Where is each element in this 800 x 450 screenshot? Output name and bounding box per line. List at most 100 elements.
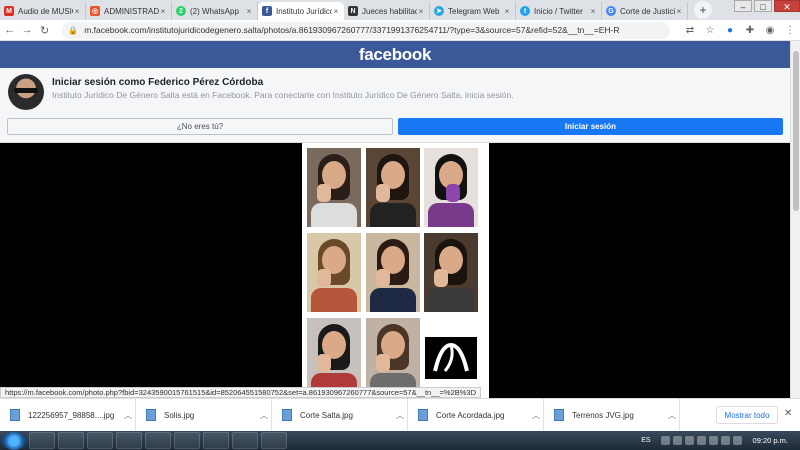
chevron-up-icon[interactable]: ︿ — [529, 410, 543, 421]
tray-icon[interactable] — [708, 436, 718, 445]
close-window-icon[interactable]: ✕ — [774, 0, 800, 12]
collage-photo — [307, 148, 361, 227]
tray-icon[interactable] — [684, 436, 694, 445]
browser-tab[interactable]: t Inicio / Twitter × — [516, 2, 602, 20]
collage-photo — [307, 318, 361, 397]
taskbar-app-edge[interactable] — [145, 432, 171, 449]
ns-icon: N — [348, 6, 358, 16]
tab-strip: M Audio de MUSIC × ◎ ADMINISTRADO × 2 (2… — [0, 0, 800, 20]
url-text: m.facebook.com/institutojuridicodegenero… — [84, 25, 620, 35]
tab-title: Corte de Justicia — [620, 6, 675, 16]
download-filename: Corte Acordada.jpg — [436, 410, 505, 420]
download-item[interactable]: 122256957_98858....jpg ︿ — [0, 398, 136, 432]
close-tab-icon[interactable]: × — [417, 7, 425, 16]
collage-photo — [424, 318, 478, 397]
login-button[interactable]: Iniciar sesión — [398, 118, 783, 135]
tray-icon[interactable] — [660, 436, 670, 445]
chevron-up-icon[interactable]: ︿ — [121, 410, 135, 421]
tray-icon[interactable] — [672, 436, 682, 445]
minimize-icon[interactable]: – — [734, 0, 752, 12]
bookmark-star-icon[interactable]: ☆ — [700, 25, 720, 36]
close-tab-icon[interactable]: × — [675, 7, 683, 16]
system-tray: ES 09:20 p.m. — [641, 431, 800, 450]
login-prompt: Iniciar sesión como Federico Pérez Córdo… — [0, 68, 790, 143]
taskbar-app-chrome[interactable] — [58, 432, 84, 449]
taskbar-app-chrome-2[interactable] — [203, 432, 229, 449]
browser-tab[interactable]: N Jueces habilitad × — [344, 2, 430, 20]
tab-title: Instituto Jurídico — [276, 6, 332, 16]
translate-icon[interactable]: ⇄ — [680, 25, 700, 36]
tab-title: Jueces habilitad — [362, 6, 417, 16]
not-you-button[interactable]: ¿No eres tú? — [7, 118, 393, 135]
taskbar-app-gallery[interactable] — [232, 432, 258, 449]
image-file-icon — [554, 409, 564, 421]
taskbar-app-other[interactable] — [261, 432, 287, 449]
back-icon[interactable]: ← — [2, 24, 17, 36]
profile-avatar-icon[interactable]: ◉ — [760, 25, 780, 36]
menu-icon[interactable]: ⋮ — [780, 25, 800, 36]
download-filename: 122256957_98858....jpg — [28, 410, 115, 420]
taskbar-clock[interactable]: 09:20 p.m. — [753, 436, 788, 445]
gmail-icon: M — [4, 6, 14, 16]
start-button[interactable] — [2, 431, 26, 450]
reload-icon[interactable]: ↻ — [37, 24, 52, 37]
tray-icon[interactable] — [696, 436, 706, 445]
taskbar-app-media[interactable] — [29, 432, 55, 449]
close-tab-icon[interactable]: × — [245, 7, 253, 16]
browser-tab[interactable]: G Corte de Justicia × — [602, 2, 688, 20]
scrollbar-thumb[interactable] — [793, 51, 799, 211]
close-tab-icon[interactable]: × — [159, 7, 167, 16]
downloads-bar: 122256957_98858....jpg ︿ Solis.jpg ︿ Cor… — [0, 398, 800, 432]
maximize-icon[interactable]: □ — [754, 0, 772, 12]
close-tab-icon[interactable]: × — [503, 7, 511, 16]
forward-icon[interactable]: → — [19, 24, 34, 36]
facebook-logo[interactable]: facebook — [359, 45, 432, 65]
taskbar-app-explorer[interactable] — [87, 432, 113, 449]
tab-title: Inicio / Twitter — [534, 6, 583, 16]
browser-tab-active[interactable]: f Instituto Jurídico × — [258, 2, 344, 20]
browser-tab[interactable]: ➤ Telegram Web × — [430, 2, 516, 20]
photo-collage[interactable] — [302, 143, 489, 398]
download-item[interactable]: Terrenos JVG.jpg ︿ — [544, 398, 680, 432]
telegram-icon: ➤ — [434, 6, 444, 16]
lock-icon: 🔒 — [68, 25, 79, 35]
taskbar-app-ie[interactable] — [116, 432, 142, 449]
download-item[interactable]: Solis.jpg ︿ — [136, 398, 272, 432]
browser-tab[interactable]: M Audio de MUSIC × — [0, 2, 86, 20]
tab-title: Audio de MUSIC — [18, 6, 73, 16]
close-downloads-icon[interactable]: ✕ — [784, 408, 792, 419]
avatar — [8, 74, 44, 110]
browser-tab[interactable]: ◎ ADMINISTRADO × — [86, 2, 172, 20]
windows-taskbar: ES 09:20 p.m. — [0, 431, 800, 450]
extension-icon[interactable]: ● — [720, 25, 740, 36]
collage-photo — [424, 148, 478, 227]
chevron-up-icon[interactable]: ︿ — [393, 410, 407, 421]
download-filename: Solis.jpg — [164, 410, 195, 420]
close-tab-icon[interactable]: × — [589, 7, 597, 16]
google-icon: G — [606, 6, 616, 16]
download-filename: Terrenos JVG.jpg — [572, 410, 634, 420]
chevron-up-icon[interactable]: ︿ — [665, 410, 679, 421]
collage-photo — [366, 318, 420, 397]
address-bar[interactable]: 🔒 m.facebook.com/institutojuridicodegene… — [62, 21, 670, 39]
language-indicator[interactable]: ES — [641, 437, 650, 444]
photo-viewer — [0, 143, 790, 398]
puzzle-icon[interactable]: ✚ — [740, 25, 760, 36]
taskbar-app-word[interactable] — [174, 432, 200, 449]
whatsapp-icon: 2 — [176, 6, 186, 16]
status-url: https://m.facebook.com/photo.php?fbid=32… — [0, 387, 482, 398]
new-tab-button[interactable]: + — [694, 1, 712, 19]
show-all-downloads-button[interactable]: Mostrar todo — [716, 406, 778, 424]
image-file-icon — [146, 409, 156, 421]
login-subtitle: Instituto Jurídico De Género Salta está … — [52, 90, 514, 100]
close-tab-icon[interactable]: × — [73, 7, 81, 16]
browser-tab[interactable]: 2 (2) WhatsApp × — [172, 2, 258, 20]
collage-photo — [307, 233, 361, 312]
volume-icon[interactable] — [732, 436, 742, 445]
download-item[interactable]: Corte Salta.jpg ︿ — [272, 398, 408, 432]
page-scrollbar[interactable] — [790, 41, 800, 398]
close-tab-icon[interactable]: × — [332, 7, 340, 16]
network-icon[interactable] — [720, 436, 730, 445]
download-item[interactable]: Corte Acordada.jpg ︿ — [408, 398, 544, 432]
chevron-up-icon[interactable]: ︿ — [257, 410, 271, 421]
